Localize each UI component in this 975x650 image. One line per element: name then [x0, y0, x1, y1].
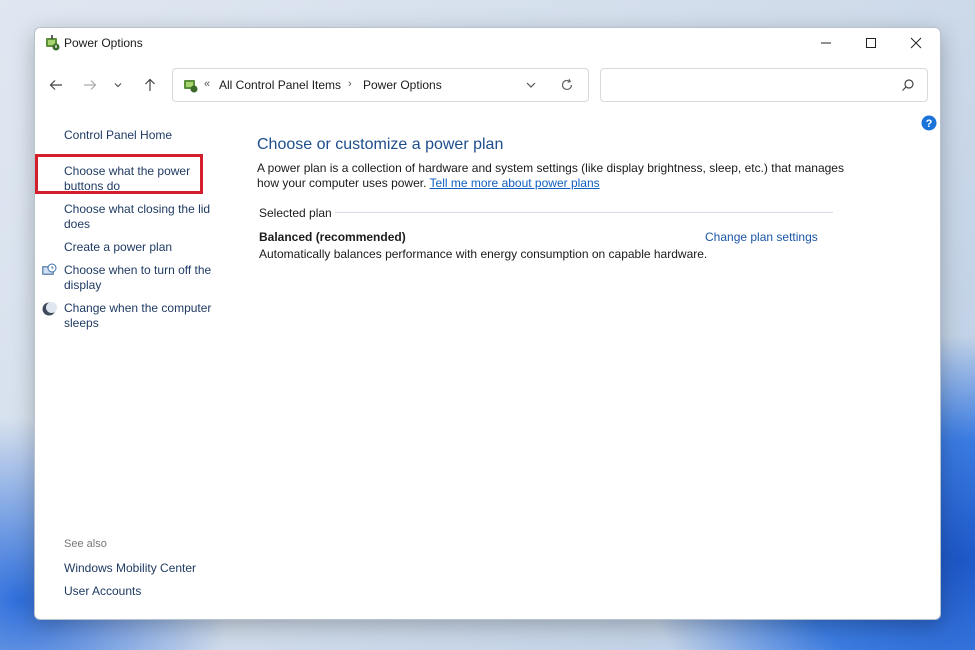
breadcrumb-power-options[interactable]: Power Options [363, 78, 442, 92]
selected-plan-label: Selected plan [259, 206, 332, 220]
chevron-down-icon [114, 83, 122, 88]
user-accounts-link[interactable]: User Accounts [64, 584, 224, 599]
address-dropdown-icon[interactable] [525, 79, 537, 91]
address-overflow[interactable]: « [204, 78, 210, 90]
change-plan-settings-link[interactable]: Change plan settings [705, 230, 818, 244]
search-box[interactable] [600, 68, 928, 102]
monitor-clock-icon [42, 263, 57, 275]
help-icon[interactable]: ? [921, 115, 937, 131]
windows-mobility-center-link[interactable]: Windows Mobility Center [64, 561, 224, 576]
refresh-icon[interactable] [560, 78, 574, 92]
title-bar: Power Options [35, 28, 940, 58]
recent-locations-button[interactable] [109, 74, 127, 96]
arrow-left-icon [49, 80, 62, 90]
create-power-plan-link[interactable]: Create a power plan [64, 240, 224, 255]
up-button[interactable] [137, 74, 163, 96]
control-panel-icon [184, 80, 198, 93]
window-title: Power Options [64, 36, 143, 50]
address-bar[interactable]: « All Control Panel Items › Power Option… [172, 68, 589, 102]
power-options-icon [46, 35, 60, 51]
close-icon [910, 37, 922, 49]
maximize-button[interactable] [848, 28, 894, 58]
tell-me-more-link[interactable]: Tell me more about power plans [430, 176, 600, 190]
search-icon[interactable] [901, 78, 915, 92]
navigation-bar: « All Control Panel Items › Power Option… [35, 66, 940, 106]
moon-icon [42, 302, 57, 316]
page-description: A power plan is a collection of hardware… [257, 161, 847, 191]
svg-text:?: ? [926, 118, 933, 130]
minimize-button[interactable] [803, 28, 849, 58]
choose-power-buttons-link[interactable]: Choose what the power buttons do [64, 164, 194, 194]
search-input[interactable] [607, 75, 891, 95]
section-divider [335, 212, 833, 213]
plan-name: Balanced (recommended) [259, 230, 406, 244]
arrow-up-icon [145, 78, 155, 91]
computer-sleeps-link[interactable]: Change when the computer sleeps [64, 301, 219, 331]
arrow-right-icon [84, 80, 97, 90]
control-panel-home-link[interactable]: Control Panel Home [64, 128, 224, 143]
back-button[interactable] [43, 74, 69, 96]
breadcrumb-all-control-panel-items[interactable]: All Control Panel Items [219, 78, 341, 92]
minimize-icon [821, 42, 831, 44]
left-task-pane: Control Panel Home Choose what the power… [35, 118, 245, 608]
see-also-label: See also [64, 538, 107, 550]
page-title: Choose or customize a power plan [257, 136, 504, 153]
choose-closing-lid-link[interactable]: Choose what closing the lid does [64, 202, 214, 232]
forward-button[interactable] [77, 74, 103, 96]
close-button[interactable] [893, 28, 939, 58]
power-options-window: Power Options « All Control Panel Items … [34, 27, 941, 620]
breadcrumb-separator[interactable]: › [348, 78, 352, 90]
maximize-icon [866, 38, 876, 48]
turn-off-display-link[interactable]: Choose when to turn off the display [64, 263, 219, 293]
plan-description: Automatically balances performance with … [259, 247, 708, 261]
